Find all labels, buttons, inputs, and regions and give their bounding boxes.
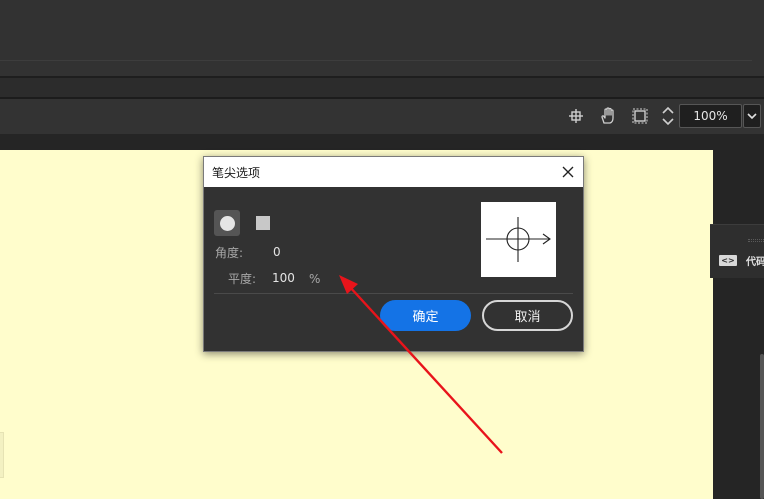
code-panel-label: 代码 xyxy=(746,257,764,268)
app-window: 100% <> 代码 笔尖选项 角度: 0 平度: 100 % 确定 取消 xyxy=(0,0,764,499)
divider xyxy=(0,60,752,61)
dialog-title-bar[interactable]: 笔尖选项 xyxy=(204,157,583,187)
angle-value[interactable]: 0 xyxy=(273,245,281,259)
crosshair-preview-icon xyxy=(486,217,551,262)
cancel-button[interactable]: 取消 xyxy=(482,300,573,331)
hand-tool-icon[interactable] xyxy=(597,105,619,127)
ok-button[interactable]: 确定 xyxy=(380,300,471,331)
code-panel-tab[interactable] xyxy=(710,224,764,278)
roundness-value[interactable]: 100 xyxy=(272,271,295,285)
chevron-down-icon xyxy=(747,113,757,120)
clip-frame-icon[interactable] xyxy=(629,105,651,127)
panel-grip[interactable] xyxy=(748,239,764,242)
brush-tip-options-dialog: 笔尖选项 角度: 0 平度: 100 % 确定 取消 xyxy=(203,156,584,352)
zoom-dropdown-button[interactable] xyxy=(743,104,761,128)
tab-strip xyxy=(0,78,764,98)
close-icon[interactable] xyxy=(560,164,576,180)
code-icon: <> xyxy=(719,255,737,266)
zoom-value: 100% xyxy=(693,109,728,123)
canvas-edge xyxy=(0,432,4,478)
zoom-input[interactable]: 100% xyxy=(679,104,742,128)
crosshair-icon[interactable] xyxy=(565,105,587,127)
square-tip-button[interactable] xyxy=(256,216,270,230)
menu-area xyxy=(0,0,764,60)
dialog-title: 笔尖选项 xyxy=(212,166,261,180)
circle-icon xyxy=(219,215,235,231)
dialog-divider xyxy=(214,293,573,294)
roundness-label: 平度: xyxy=(228,272,257,286)
vertical-scrollbar[interactable] xyxy=(760,354,764,499)
roundness-unit: % xyxy=(309,272,321,286)
zoom-stepper[interactable] xyxy=(660,104,676,128)
tip-preview xyxy=(481,202,556,277)
angle-label: 角度: xyxy=(215,246,244,260)
round-tip-button[interactable] xyxy=(214,210,240,236)
